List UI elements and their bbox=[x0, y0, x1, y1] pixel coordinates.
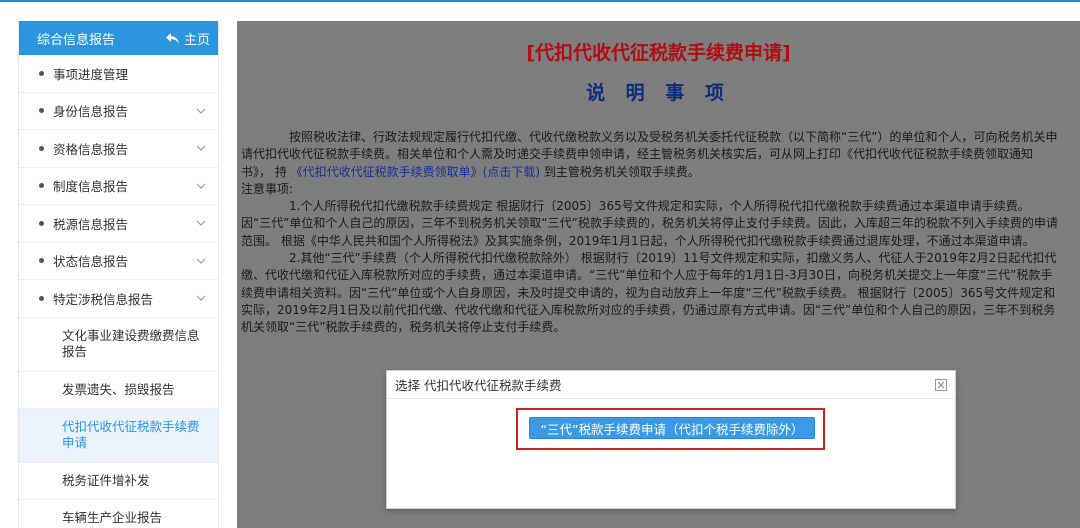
bullet-icon bbox=[39, 258, 44, 264]
sidebar-subitem-certificate-reissue[interactable]: 税务证件增补发 bbox=[19, 463, 218, 500]
sidebar-item-qualification[interactable]: 资格信息报告 bbox=[19, 130, 218, 168]
sidebar-item-label: 状态信息报告 bbox=[53, 254, 129, 270]
chevron-down-icon bbox=[196, 220, 206, 227]
sidebar-item-label: 特定涉税信息报告 bbox=[53, 291, 154, 307]
sidebar-subitem-label: 代扣代收代征税款手续费申请 bbox=[62, 419, 200, 450]
back-arrow-icon bbox=[165, 32, 179, 43]
bullet-icon bbox=[39, 145, 44, 151]
note-2: 2.其他“三代”手续费（个人所得税代扣代缴税款除外） 根据财行〔2019〕11号… bbox=[241, 251, 1057, 335]
close-button[interactable] bbox=[935, 378, 947, 391]
sidebar-subitem-cultural-fee[interactable]: 文化事业建设费缴费信息报告 bbox=[19, 318, 218, 372]
sidebar-item-label: 身份信息报告 bbox=[53, 104, 129, 120]
notes-label: 注意事项: bbox=[241, 181, 294, 196]
close-icon bbox=[937, 381, 945, 388]
bullet-icon bbox=[39, 295, 44, 301]
sidebar-subitem-invoice-loss[interactable]: 发票遗失、损毁报告 bbox=[19, 372, 218, 409]
dialog-title: 选择 代扣代收代征税款手续费 bbox=[395, 378, 562, 393]
bullet-icon bbox=[39, 108, 44, 114]
bullet-icon bbox=[39, 70, 44, 76]
chevron-down-icon bbox=[196, 145, 206, 152]
sidebar-subitem-label: 税务证件增补发 bbox=[62, 472, 150, 488]
home-link[interactable]: 主页 bbox=[165, 29, 210, 48]
sidebar-item-label: 资格信息报告 bbox=[53, 141, 129, 157]
document-body: 按照税收法律、行政法规规定履行代扣代缴、代收代缴税款义务以及受税务机关委托代征税… bbox=[241, 129, 1059, 337]
sidebar-item-status[interactable]: 状态信息报告 bbox=[19, 243, 218, 280]
intro-paragraph: 按照税收法律、行政法规规定履行代扣代缴、代收代缴税款义务以及受税务机关委托代征税… bbox=[241, 129, 1059, 181]
intro-text-end: 到主管税务机关领取手续费。 bbox=[540, 164, 700, 179]
document-subtitle: 说 明 事 项 bbox=[586, 82, 731, 104]
chevron-down-icon bbox=[196, 295, 206, 302]
sidebar-item-progress[interactable]: 事项进度管理 bbox=[19, 55, 218, 93]
sidebar-item-system[interactable]: 制度信息报告 bbox=[19, 168, 218, 205]
dialog-header: 选择 代扣代收代征税款手续费 bbox=[387, 371, 955, 399]
sidebar-subitem-label: 文化事业建设费缴费信息报告 bbox=[62, 328, 200, 359]
home-label: 主页 bbox=[183, 32, 210, 48]
sidebar-item-label: 制度信息报告 bbox=[53, 179, 129, 195]
sidebar-item-specific-tax[interactable]: 特定涉税信息报告 bbox=[19, 280, 218, 318]
download-link[interactable]: 《代扣代收代征税款手续费领取单》(点击下载) bbox=[291, 165, 540, 179]
sidebar-title: 综合信息报告 bbox=[37, 32, 116, 48]
sidebar-subitem-label: 发票遗失、损毁报告 bbox=[62, 381, 175, 397]
sidebar-item-label: 税源信息报告 bbox=[53, 216, 129, 232]
sidebar: 综合信息报告 主页 事项进度管理 身份信息报告 资格信息报告 制度信息报告 税源… bbox=[18, 21, 219, 528]
bullet-icon bbox=[39, 220, 44, 226]
sidebar-subitem-label: 车辆生产企业报告 bbox=[62, 509, 163, 525]
sidebar-item-identity[interactable]: 身份信息报告 bbox=[19, 93, 218, 130]
sidebar-subitem-withholding-fee[interactable]: 代扣代收代征税款手续费申请 bbox=[19, 408, 218, 463]
document-title: [代扣代收代征税款手续费申请] bbox=[526, 42, 791, 64]
sidebar-subitem-vehicle-manufacturer[interactable]: 车辆生产企业报告 bbox=[19, 500, 218, 528]
sidebar-item-tax-source[interactable]: 税源信息报告 bbox=[19, 205, 218, 243]
bullet-icon bbox=[39, 183, 44, 189]
chevron-down-icon bbox=[196, 108, 206, 114]
apply-fee-button[interactable]: “三代”税款手续费申请（代扣个税手续费除外） bbox=[529, 417, 815, 439]
chevron-down-icon bbox=[196, 258, 206, 264]
sidebar-item-label: 事项进度管理 bbox=[53, 66, 129, 82]
note-1: 1.个人所得税代扣代缴税款手续费规定 根据财行〔2005〕365号文件规定和实际… bbox=[241, 199, 1058, 248]
sidebar-header: 综合信息报告 主页 bbox=[19, 21, 218, 55]
chevron-down-icon bbox=[196, 183, 206, 189]
top-accent-line bbox=[0, 0, 1080, 2]
selection-dialog: 选择 代扣代收代征税款手续费 “三代”税款手续费申请（代扣个税手续费除外） bbox=[386, 370, 956, 509]
